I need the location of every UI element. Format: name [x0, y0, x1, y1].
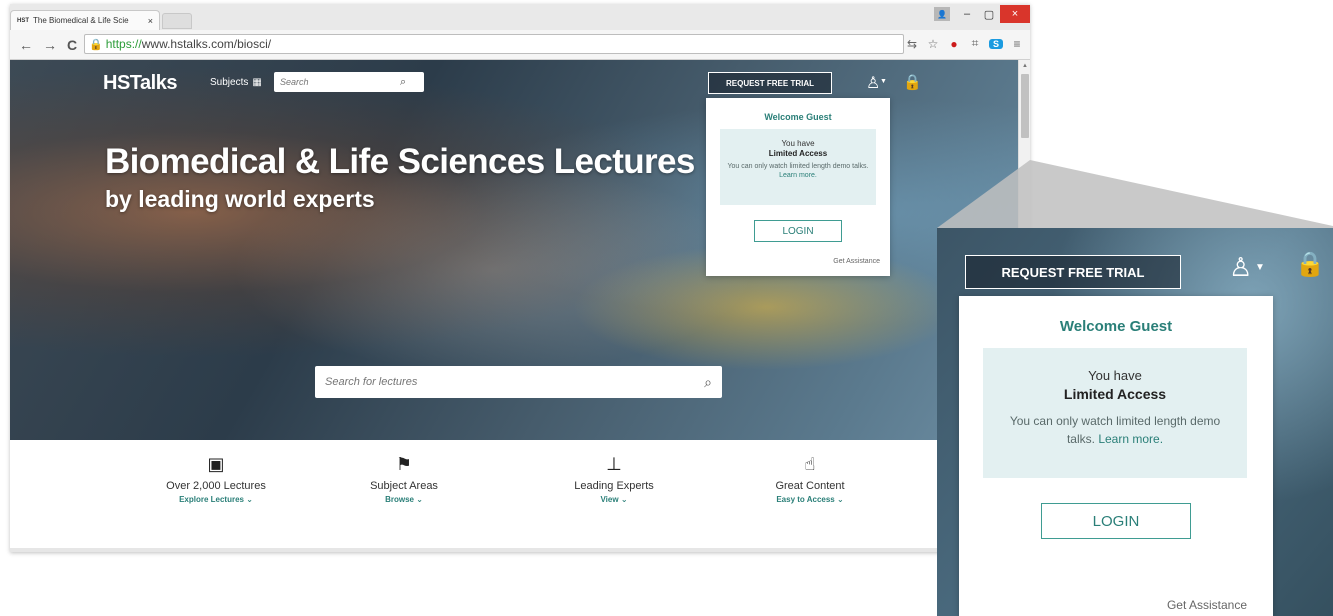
learn-more-link[interactable]: Learn more. — [1098, 432, 1163, 446]
you-have-text: You have — [1088, 368, 1142, 383]
lock-icon[interactable]: 🔒 — [1295, 250, 1325, 279]
access-note: You can only watch limited length demo t… — [983, 412, 1247, 448]
get-assistance-link[interactable]: Get Assistance — [1167, 598, 1247, 612]
access-info-box: You have Limited Access You can only wat… — [983, 348, 1247, 478]
guest-dropdown-zoomed: Welcome Guest You have Limited Access Yo… — [959, 296, 1273, 616]
zoom-callout: REQUEST FREE TRIAL ♙ ▼ 🔒 Welcome Guest Y… — [937, 228, 1333, 616]
welcome-heading: Welcome Guest — [1059, 318, 1173, 335]
request-free-trial-button-zoomed[interactable]: REQUEST FREE TRIAL — [965, 255, 1181, 289]
login-button[interactable]: LOGIN — [1041, 503, 1191, 539]
caret-down-icon[interactable]: ▼ — [1255, 262, 1265, 273]
limited-access-text: Limited Access — [1063, 386, 1167, 402]
user-icon[interactable]: ♙ — [1229, 252, 1252, 283]
